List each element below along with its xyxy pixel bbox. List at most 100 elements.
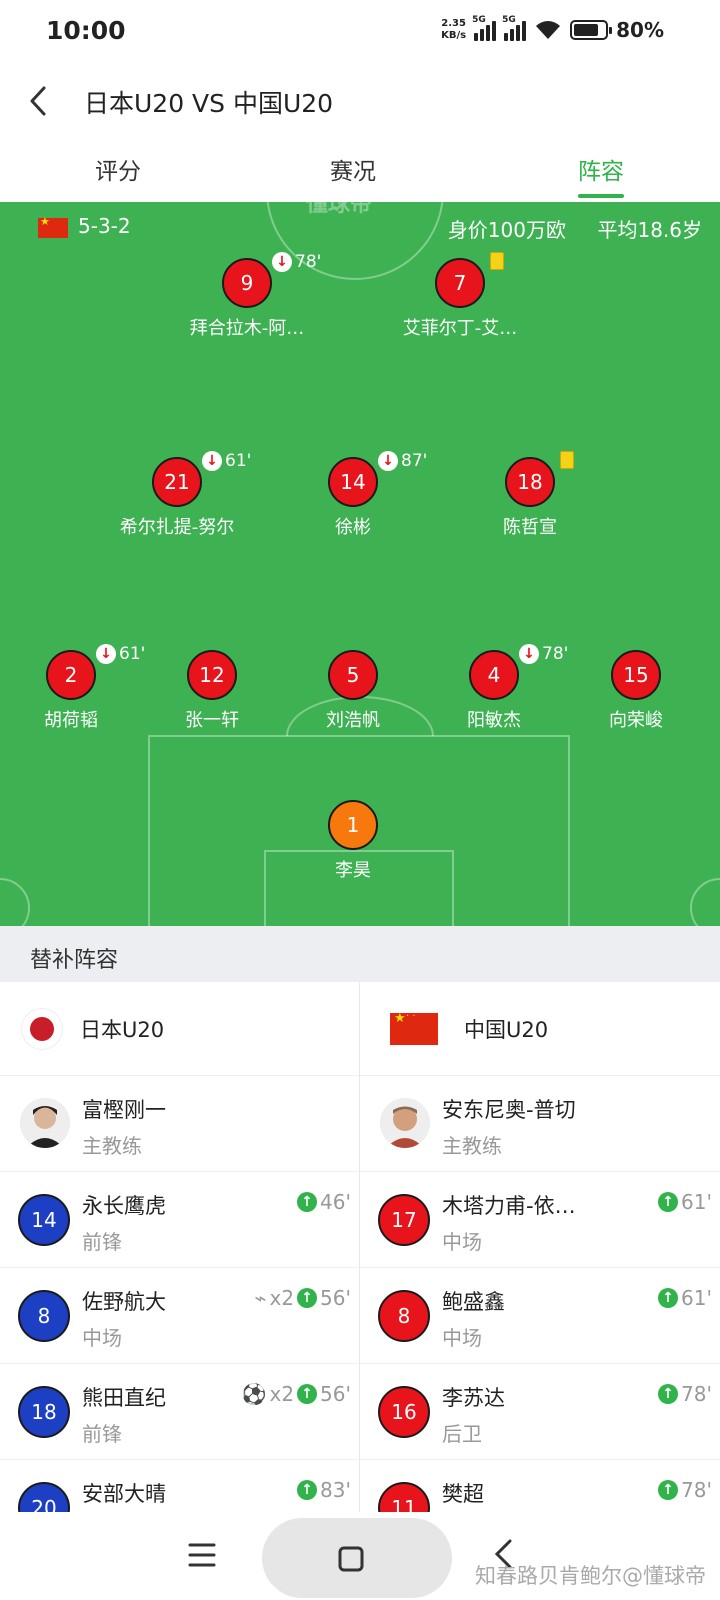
pitch: 懂球帝 5-3-2 身价100万欧 平均18.6岁 9 拜合拉木-阿… ↓78'… — [0, 202, 720, 926]
player-goalkeeper[interactable]: 1 李昊 — [273, 800, 433, 882]
battery-icon — [570, 20, 613, 40]
list-item[interactable]: 16 李苏达 后卫 ↑ 78' — [360, 1364, 720, 1460]
player-name: 佐野航大 — [82, 1290, 166, 1314]
player-position: 前锋 — [82, 1422, 122, 1446]
player-number: 15 — [611, 650, 661, 700]
sub-in-time: ↑ 61' — [658, 1190, 712, 1214]
china-flag-icon — [390, 1011, 438, 1045]
player-number: 18 — [505, 457, 555, 507]
china-flag-icon — [38, 215, 68, 238]
substitutes-heading: 替补阵容 — [0, 926, 720, 982]
header: 日本U20 VS 中国U20 — [0, 70, 720, 134]
player-name: 希尔扎提-努尔 — [119, 517, 235, 538]
player-number: 18 — [18, 1386, 70, 1438]
boot-icon: ⌁ — [254, 1286, 267, 1310]
team-name: 中国U20 — [464, 1017, 549, 1042]
player[interactable]: 14 徐彬 ↓ 87' — [273, 451, 433, 539]
substituted-out: ↓ 87' — [378, 451, 427, 471]
player-name: 胡荷韬 — [44, 710, 98, 731]
player-position: 中场 — [442, 1326, 482, 1350]
player[interactable]: 4 阳敏杰 ↓ 78' — [414, 644, 574, 732]
player-name: 安部大晴 — [82, 1482, 166, 1506]
signal-icon: 5G — [472, 15, 497, 41]
sub-in-icon: ↑ — [658, 1384, 679, 1404]
player[interactable]: 9 拜合拉木-阿… ↓ 78' — [167, 252, 327, 340]
player-name: 李苏达 — [442, 1386, 505, 1410]
player-number: 8 — [378, 1290, 430, 1342]
signal-icon-2: 5G — [502, 15, 527, 41]
list-item[interactable]: 20 安部大晴 ↑ 83' — [0, 1460, 359, 1512]
formation: 5-3-2 — [78, 214, 131, 238]
player[interactable]: 12 张一轩 — [132, 650, 292, 732]
player-number: 1 — [328, 800, 378, 850]
player[interactable]: 7 艾菲尔丁-艾… — [380, 252, 540, 340]
japan-bench: 日本U20 富樫刚一 主教练 14 永长鹰虎 前锋 ↑ 46' 8 佐野航大 中场… — [0, 982, 360, 1512]
player-name: 永长鹰虎 — [82, 1194, 166, 1218]
player[interactable]: 21 希尔扎提-努尔 ↓ 61' — [97, 451, 257, 539]
tab-match[interactable]: 赛况 — [293, 152, 413, 186]
player-number: 14 — [18, 1194, 70, 1246]
system-nav-bar: 知春路贝肯鲍尔@懂球帝 — [0, 1512, 720, 1600]
sub-in-time: ↑ 83' — [297, 1478, 351, 1502]
player-name: 阳敏杰 — [467, 710, 521, 731]
china-bench: 中国U20 安东尼奥-普切 主教练 17 木塔力甫-依… 中场 ↑61' 8 鲍… — [360, 982, 720, 1512]
home-button[interactable] — [262, 1518, 452, 1598]
corner-arc-right — [690, 878, 720, 926]
player[interactable]: 2 胡荷韬 ↓ 61' — [0, 644, 151, 732]
sub-in-time: ↑ 61' — [658, 1286, 712, 1310]
coach-name: 安东尼奥-普切 — [442, 1098, 576, 1122]
player-number: 7 — [435, 258, 485, 308]
player-number: 17 — [378, 1194, 430, 1246]
list-item[interactable]: 14 永长鹰虎 前锋 ↑ 46' — [0, 1172, 359, 1268]
player-number: 16 — [378, 1386, 430, 1438]
sub-in-time: ⌁ x2 ↑ 56' — [254, 1286, 351, 1310]
tab-lineup[interactable]: 阵容 — [541, 152, 661, 186]
tab-bar: 评分 赛况 阵容 — [0, 140, 720, 202]
sub-in-icon: ↑ — [658, 1480, 679, 1500]
coach-row[interactable]: 安东尼奥-普切 主教练 — [360, 1076, 720, 1172]
player-number: 11 — [378, 1482, 430, 1512]
page-title: 日本U20 VS 中国U20 — [84, 89, 334, 118]
corner-arc-left — [0, 878, 30, 926]
average-age: 平均18.6岁 — [597, 218, 702, 242]
player-position: 后卫 — [442, 1422, 482, 1446]
tab-ratings[interactable]: 评分 — [58, 152, 178, 186]
lineup-info: 5-3-2 身价100万欧 平均18.6岁 — [38, 214, 702, 242]
player[interactable]: 15 向荣峻 — [556, 650, 716, 732]
yellow-card-icon — [560, 451, 574, 469]
menu-icon[interactable] — [188, 1542, 216, 1568]
team-header[interactable]: 中国U20 — [360, 982, 720, 1076]
tab-indicator — [578, 194, 624, 198]
battery-level: 80% — [616, 18, 664, 42]
ball-icon: ⚽ — [241, 1382, 267, 1406]
player[interactable]: 18 陈哲宣 — [450, 451, 610, 539]
coach-name: 富樫刚一 — [82, 1098, 166, 1122]
player-name: 李昊 — [335, 860, 371, 881]
sub-out-icon: ↓ — [272, 252, 292, 272]
yellow-card-icon — [490, 252, 504, 270]
list-item[interactable]: 18 熊田直纪 前锋 ⚽ x2 ↑ 56' — [0, 1364, 359, 1460]
coach-avatar — [20, 1098, 70, 1148]
squad-value: 身价100万欧 — [447, 218, 566, 242]
back-icon[interactable] — [24, 84, 54, 118]
player-position: 中场 — [82, 1326, 122, 1350]
sub-in-icon: ↑ — [297, 1288, 318, 1308]
player[interactable]: 5 刘浩帆 — [273, 650, 433, 732]
player-number: 14 — [328, 457, 378, 507]
player-number: 5 — [328, 650, 378, 700]
player-position: 前锋 — [82, 1230, 122, 1254]
sub-in-time: ⚽ x2 ↑ 56' — [241, 1382, 351, 1406]
list-item[interactable]: 17 木塔力甫-依… 中场 ↑ 61' — [360, 1172, 720, 1268]
clock: 10:00 — [46, 16, 126, 45]
status-bar: 10:00 2.35 KB/s 5G 5G 80% — [0, 0, 720, 68]
team-header[interactable]: 日本U20 — [0, 982, 359, 1076]
coach-role: 主教练 — [82, 1134, 142, 1158]
network-speed: 2.35 KB/s — [441, 18, 467, 41]
team-name: 日本U20 — [80, 1017, 165, 1042]
player-name: 木塔力甫-依… — [442, 1194, 576, 1218]
list-item[interactable]: 8 鲍盛鑫 中场 ↑ 61' — [360, 1268, 720, 1364]
list-item[interactable]: 11 樊超 ↑ 78' — [360, 1460, 720, 1512]
list-item[interactable]: 8 佐野航大 中场 ⌁ x2 ↑ 56' — [0, 1268, 359, 1364]
coach-row[interactable]: 富樫刚一 主教练 — [0, 1076, 359, 1172]
coach-avatar — [380, 1098, 430, 1148]
